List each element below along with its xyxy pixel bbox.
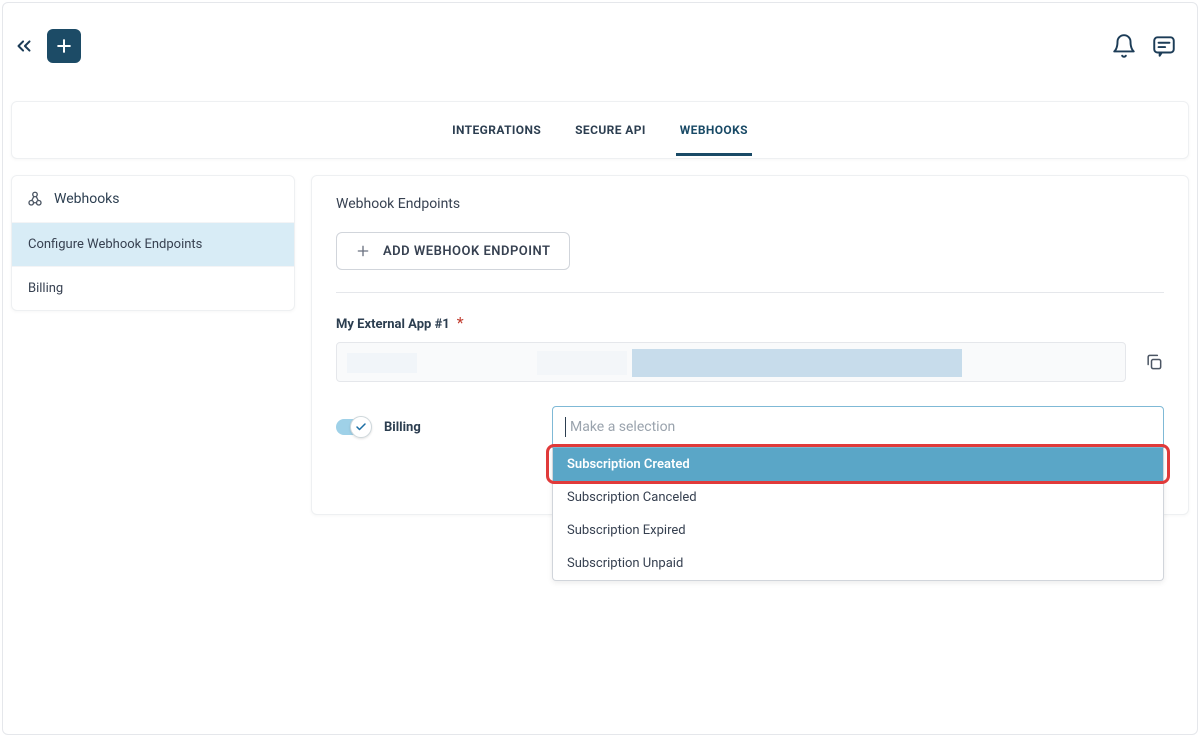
tab-secure-api[interactable]: SECURE API <box>571 105 650 156</box>
main-panel: Webhook Endpoints ADD WEBHOOK ENDPOINT M… <box>311 175 1189 515</box>
billing-toggle-label: Billing <box>384 420 421 435</box>
main-title: Webhook Endpoints <box>336 196 1164 212</box>
event-select-dropdown: Subscription Created Subscription Cancel… <box>552 448 1164 581</box>
plus-icon <box>54 36 74 56</box>
dropdown-option-subscription-unpaid[interactable]: Subscription Unpaid <box>553 547 1163 580</box>
message-icon <box>1151 33 1177 59</box>
event-select[interactable]: Make a selection Subscription Created Su… <box>552 406 1164 448</box>
sidebar-item-label: Billing <box>28 281 63 296</box>
copy-icon <box>1144 352 1164 372</box>
endpoint-label-row: My External App #1 * <box>336 313 1164 332</box>
tab-integrations[interactable]: INTEGRATIONS <box>448 105 545 156</box>
top-bar <box>3 3 1197 89</box>
add-webhook-endpoint-button[interactable]: ADD WEBHOOK ENDPOINT <box>336 232 570 270</box>
collapse-sidebar-button[interactable] <box>13 35 35 57</box>
dropdown-option-subscription-expired[interactable]: Subscription Expired <box>553 514 1163 547</box>
billing-toggle-group: Billing <box>336 419 532 435</box>
copy-button[interactable] <box>1144 352 1164 372</box>
tabs-card: INTEGRATIONS SECURE API WEBHOOKS <box>11 101 1189 159</box>
billing-toggle[interactable] <box>336 419 370 435</box>
sidebar-item-billing[interactable]: Billing <box>12 267 294 310</box>
divider <box>336 292 1164 293</box>
check-icon <box>355 421 367 433</box>
sidebar: Webhooks Configure Webhook Endpoints Bil… <box>11 175 295 311</box>
sidebar-header: Webhooks <box>12 176 294 223</box>
event-select-input[interactable]: Make a selection <box>552 406 1164 448</box>
chevrons-left-icon <box>13 35 35 57</box>
dropdown-option-subscription-created[interactable]: Subscription Created <box>553 448 1163 481</box>
toggle-knob <box>350 416 372 438</box>
text-cursor <box>565 417 566 437</box>
webhook-icon <box>26 190 44 208</box>
redacted-segment <box>632 349 962 377</box>
messages-button[interactable] <box>1151 33 1177 59</box>
endpoint-label: My External App #1 <box>336 317 450 332</box>
sidebar-title: Webhooks <box>54 191 120 207</box>
add-webhook-endpoint-label: ADD WEBHOOK ENDPOINT <box>383 244 551 259</box>
endpoint-url-input[interactable] <box>336 342 1126 382</box>
bell-icon <box>1111 33 1137 59</box>
sidebar-item-configure-endpoints[interactable]: Configure Webhook Endpoints <box>12 223 294 267</box>
dropdown-option-subscription-canceled[interactable]: Subscription Canceled <box>553 481 1163 514</box>
required-indicator: * <box>457 313 464 332</box>
redacted-segment <box>347 353 417 373</box>
plus-icon <box>355 243 371 259</box>
event-select-placeholder: Make a selection <box>570 419 675 435</box>
sidebar-item-label: Configure Webhook Endpoints <box>28 237 202 252</box>
redacted-segment <box>537 351 627 375</box>
tab-webhooks[interactable]: WEBHOOKS <box>676 105 752 156</box>
add-button[interactable] <box>47 29 81 63</box>
notifications-button[interactable] <box>1111 33 1137 59</box>
